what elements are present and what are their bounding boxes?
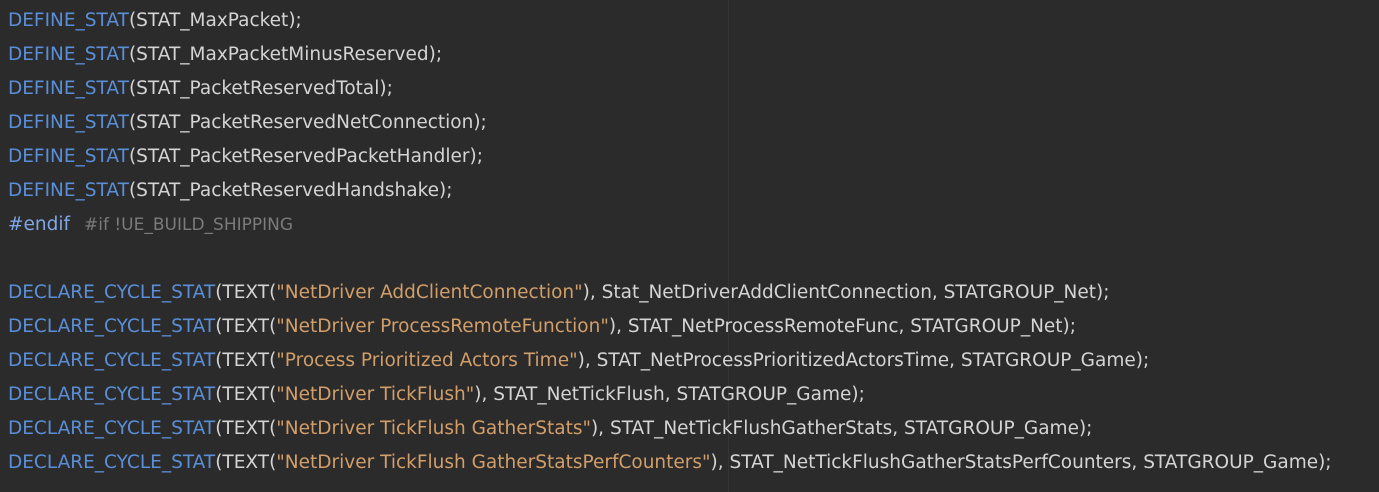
macro-name: DECLARE_CYCLE_STAT	[8, 384, 216, 405]
code-line[interactable]: DEFINE_STAT(STAT_PacketReservedPacketHan…	[8, 140, 1332, 174]
stat-identifier: STAT_PacketReservedNetConnection	[136, 112, 474, 133]
code-line[interactable]: DEFINE_STAT(STAT_PacketReservedTotal);	[8, 72, 1332, 106]
arguments-rest: ), STAT_NetTickFlush, STATGROUP_Game);	[474, 384, 865, 405]
code-line[interactable]: DECLARE_CYCLE_STAT(TEXT("NetDriver Proce…	[8, 310, 1332, 344]
arguments-rest: ), STAT_NetProcessRemoteFunc, STATGROUP_…	[608, 316, 1077, 337]
text-macro-open: (TEXT(	[215, 418, 277, 439]
text-macro-open: (TEXT(	[215, 316, 277, 337]
macro-name: DEFINE_STAT	[8, 44, 129, 65]
paren-close: );	[428, 44, 443, 65]
code-line[interactable]: DECLARE_CYCLE_STAT(TEXT("NetDriver TickF…	[8, 412, 1332, 446]
string-literal: "NetDriver TickFlush GatherStatsPerfCoun…	[276, 452, 711, 473]
macro-name: DEFINE_STAT	[8, 10, 129, 31]
paren-close: );	[439, 180, 453, 201]
code-line[interactable]: DEFINE_STAT(STAT_PacketReservedNetConnec…	[8, 106, 1332, 140]
blank-line[interactable]	[8, 242, 1332, 276]
macro-name: DEFINE_STAT	[8, 180, 129, 201]
macro-name: DECLARE_CYCLE_STAT	[8, 316, 216, 337]
code-editor[interactable]: DEFINE_STAT(STAT_MaxPacket); DEFINE_STAT…	[0, 0, 1379, 492]
string-literal: "NetDriver TickFlush GatherStats"	[276, 418, 591, 439]
paren-close: );	[379, 78, 393, 99]
code-line[interactable]: DEFINE_STAT(STAT_MaxPacket);	[8, 4, 1332, 38]
code-line[interactable]: DECLARE_CYCLE_STAT(TEXT("Process Priorit…	[8, 344, 1332, 378]
string-literal: "NetDriver ProcessRemoteFunction"	[276, 316, 609, 337]
arguments-rest: ), STAT_NetTickFlushGatherStatsPerfCount…	[710, 452, 1332, 473]
macro-name: DEFINE_STAT	[8, 78, 129, 99]
string-literal: "Process Prioritized Actors Time"	[276, 350, 578, 371]
text-macro-open: (TEXT(	[215, 384, 277, 405]
paren-close: );	[469, 146, 483, 167]
preprocessor-directive: #endif	[8, 214, 71, 235]
arguments-rest: ), STAT_NetTickFlushGatherStats, STATGRO…	[590, 418, 1093, 439]
arguments-rest: ), Stat_NetDriverAddClientConnection, ST…	[582, 282, 1110, 303]
string-literal: "NetDriver TickFlush"	[276, 384, 475, 405]
macro-name: DECLARE_CYCLE_STAT	[8, 418, 216, 439]
arguments-rest: ), STAT_NetProcessPrioritizedActorsTime,…	[577, 350, 1150, 371]
code-line[interactable]: #endif #if !UE_BUILD_SHIPPING	[8, 208, 1332, 242]
directive-hint-comment: #if !UE_BUILD_SHIPPING	[84, 215, 294, 235]
stat-identifier: STAT_MaxPacketMinusReserved	[136, 44, 429, 65]
code-lines: DEFINE_STAT(STAT_MaxPacket); DEFINE_STAT…	[8, 4, 1332, 480]
code-line[interactable]: DECLARE_CYCLE_STAT(TEXT("NetDriver TickF…	[8, 446, 1332, 480]
macro-name: DECLARE_CYCLE_STAT	[8, 452, 216, 473]
text-macro-open: (TEXT(	[215, 452, 277, 473]
code-line[interactable]: DEFINE_STAT(STAT_MaxPacketMinusReserved)…	[8, 38, 1332, 72]
macro-name: DECLARE_CYCLE_STAT	[8, 282, 216, 303]
stat-identifier: STAT_PacketReservedHandshake	[136, 180, 440, 201]
macro-name: DEFINE_STAT	[8, 112, 129, 133]
code-line[interactable]: DECLARE_CYCLE_STAT(TEXT("NetDriver TickF…	[8, 378, 1332, 412]
stat-identifier: STAT_PacketReservedPacketHandler	[136, 146, 470, 167]
paren-close: );	[288, 10, 302, 31]
macro-name: DEFINE_STAT	[8, 146, 129, 167]
string-literal: "NetDriver AddClientConnection"	[276, 282, 583, 303]
code-line[interactable]: DECLARE_CYCLE_STAT(TEXT("NetDriver AddCl…	[8, 276, 1332, 310]
text-macro-open: (TEXT(	[215, 282, 277, 303]
text-macro-open: (TEXT(	[215, 350, 277, 371]
stat-identifier: STAT_PacketReservedTotal	[136, 78, 380, 99]
macro-name: DECLARE_CYCLE_STAT	[8, 350, 216, 371]
paren-close: );	[473, 112, 487, 133]
stat-identifier: STAT_MaxPacket	[136, 10, 289, 31]
code-line[interactable]: DEFINE_STAT(STAT_PacketReservedHandshake…	[8, 174, 1332, 208]
